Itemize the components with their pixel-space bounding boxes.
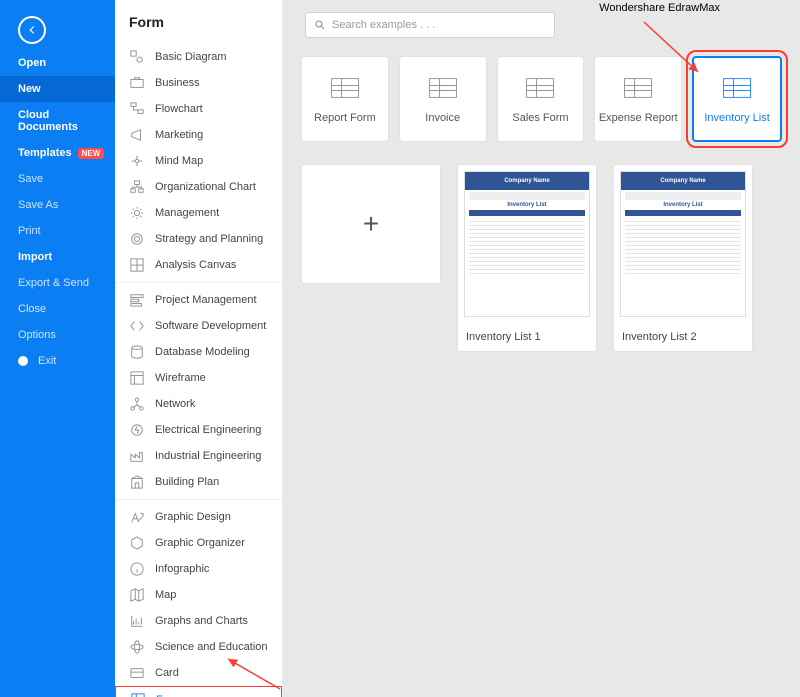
tile-expense-report[interactable]: Expense Report xyxy=(594,56,682,142)
file-menu-sidebar: OpenNewCloud DocumentsTemplatesNEWSaveSa… xyxy=(0,0,115,697)
annotation-label: Wondershare EdrawMax xyxy=(599,2,720,14)
db-icon xyxy=(129,344,145,360)
hex-icon xyxy=(129,535,145,551)
template-inventory-list-[interactable]: Company NameInventory ListInventory List… xyxy=(457,164,597,352)
category-strategy-and-planning[interactable]: Strategy and Planning xyxy=(115,226,282,252)
template-caption: Inventory List 2 xyxy=(614,323,752,351)
category-organizational-chart[interactable]: Organizational Chart xyxy=(115,174,282,200)
category-building-plan[interactable]: Building Plan xyxy=(115,469,282,495)
category-mind-map[interactable]: Mind Map xyxy=(115,148,282,174)
wire-icon xyxy=(129,370,145,386)
nav-item-exit[interactable]: Exit xyxy=(0,348,115,374)
form-tile-icon xyxy=(523,75,557,104)
chart-icon xyxy=(129,613,145,629)
form-tile-icon xyxy=(426,75,460,104)
nav-item-close[interactable]: Close xyxy=(0,296,115,322)
category-business[interactable]: Business xyxy=(115,70,282,96)
megaphone-icon xyxy=(129,127,145,143)
nav-item-new[interactable]: New xyxy=(0,76,115,102)
category-network[interactable]: Network xyxy=(115,391,282,417)
nav-item-export-send[interactable]: Export & Send xyxy=(0,270,115,296)
tile-sales-form[interactable]: Sales Form xyxy=(497,56,585,142)
map-icon xyxy=(129,587,145,603)
main-content: Search examples . . . Report FormInvoice… xyxy=(283,0,800,697)
indust-icon xyxy=(129,448,145,464)
category-analysis-canvas[interactable]: Analysis Canvas xyxy=(115,252,282,278)
template-inventory-list-[interactable]: Company NameInventory ListInventory List… xyxy=(613,164,753,352)
template-row: + Company NameInventory ListInventory Li… xyxy=(301,164,782,352)
plus-icon: + xyxy=(363,208,379,240)
category-card[interactable]: Card xyxy=(115,660,282,686)
app-root: OpenNewCloud DocumentsTemplatesNEWSaveSa… xyxy=(0,0,800,697)
card-icon xyxy=(129,665,145,681)
category-graphic-design[interactable]: Graphic Design xyxy=(115,504,282,530)
category-database-modeling[interactable]: Database Modeling xyxy=(115,339,282,365)
nav-item-import[interactable]: Import xyxy=(0,244,115,270)
form-tile-icon xyxy=(720,75,754,104)
back-button[interactable] xyxy=(18,16,46,44)
category-industrial-engineering[interactable]: Industrial Engineering xyxy=(115,443,282,469)
category-flowchart[interactable]: Flowchart xyxy=(115,96,282,122)
nav-item-save[interactable]: Save xyxy=(0,166,115,192)
org-icon xyxy=(129,179,145,195)
category-software-development[interactable]: Software Development xyxy=(115,313,282,339)
category-infographic[interactable]: Infographic xyxy=(115,556,282,582)
form-tile-icon xyxy=(328,75,362,104)
shapes-icon xyxy=(129,49,145,65)
atom-icon xyxy=(129,639,145,655)
template-caption: Inventory List 1 xyxy=(458,323,596,351)
tile-invoice[interactable]: Invoice xyxy=(399,56,487,142)
blank-template-card[interactable]: + xyxy=(301,164,441,284)
nav-item-cloud-documents[interactable]: Cloud Documents xyxy=(0,102,115,140)
category-marketing[interactable]: Marketing xyxy=(115,122,282,148)
category-map[interactable]: Map xyxy=(115,582,282,608)
target-icon xyxy=(129,231,145,247)
gear-icon xyxy=(129,205,145,221)
category-sidebar: Form Basic DiagramBusinessFlowchartMarke… xyxy=(115,0,283,697)
code-icon xyxy=(129,318,145,334)
category-form[interactable]: Form xyxy=(115,686,282,697)
category-wireframe[interactable]: Wireframe xyxy=(115,365,282,391)
tile-report-form[interactable]: Report Form xyxy=(301,56,389,142)
form-tile-icon xyxy=(621,75,655,104)
nav-item-templates[interactable]: TemplatesNEW xyxy=(0,140,115,166)
category-science-and-education[interactable]: Science and Education xyxy=(115,634,282,660)
nav-item-open[interactable]: Open xyxy=(0,50,115,76)
mindmap-icon xyxy=(129,153,145,169)
info-icon xyxy=(129,561,145,577)
grid-icon xyxy=(129,257,145,273)
nav-item-print[interactable]: Print xyxy=(0,218,115,244)
building-icon xyxy=(129,474,145,490)
category-electrical-engineering[interactable]: Electrical Engineering xyxy=(115,417,282,443)
search-placeholder: Search examples . . . xyxy=(332,19,435,31)
exit-icon xyxy=(18,356,28,366)
flow-icon xyxy=(129,101,145,117)
category-project-management[interactable]: Project Management xyxy=(115,287,282,313)
form-icon xyxy=(130,692,146,697)
category-basic-diagram[interactable]: Basic Diagram xyxy=(115,44,282,70)
network-icon xyxy=(129,396,145,412)
project-icon xyxy=(129,292,145,308)
elec-icon xyxy=(129,422,145,438)
category-management[interactable]: Management xyxy=(115,200,282,226)
new-badge: NEW xyxy=(78,148,105,159)
category-graphic-organizer[interactable]: Graphic Organizer xyxy=(115,530,282,556)
form-type-tiles: Report FormInvoiceSales FormExpense Repo… xyxy=(301,56,782,142)
category-graphs-and-charts[interactable]: Graphs and Charts xyxy=(115,608,282,634)
category-title: Form xyxy=(115,0,282,40)
briefcase-icon xyxy=(129,75,145,91)
search-input[interactable]: Search examples . . . xyxy=(305,12,555,38)
nav-item-save-as[interactable]: Save As xyxy=(0,192,115,218)
design-icon xyxy=(129,509,145,525)
nav-item-options[interactable]: Options xyxy=(0,322,115,348)
tile-inventory-list[interactable]: Inventory List xyxy=(692,56,782,142)
